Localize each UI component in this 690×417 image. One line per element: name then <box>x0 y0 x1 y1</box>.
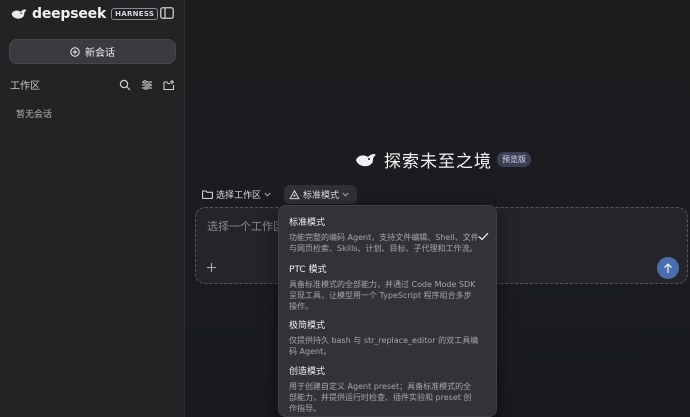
mode-select-button[interactable]: 标准模式 <box>284 185 358 204</box>
sliders-icon[interactable] <box>141 76 153 90</box>
brand-name: deepseek <box>32 6 107 22</box>
new-chat-button[interactable]: 新会话 <box>9 39 176 64</box>
plus-circle-icon <box>70 46 80 57</box>
chevron-down-icon <box>264 192 271 197</box>
arrow-up-icon <box>664 262 672 273</box>
mode-option-desc: 用于创建自定义 Agent preset；具备标准模式的全部能力，并提供运行时检… <box>289 382 472 413</box>
hero-title: 探索未至之境 <box>384 152 492 172</box>
mode-option-title: 创造模式 <box>289 367 326 377</box>
preview-badge: 预览版 <box>497 152 531 167</box>
brand-badge: HARNESS <box>111 8 159 20</box>
empty-sessions-text: 暂无会话 <box>16 110 53 120</box>
new-chat-label: 新会话 <box>85 48 115 59</box>
mode-option-ptc[interactable]: PTC 模式 具备标准模式的全部能力，并通过 Code Mode SDK 呈现工… <box>279 262 498 312</box>
send-button[interactable] <box>657 257 679 279</box>
mode-option-title: 标准模式 <box>289 218 326 228</box>
workspace-label: 工作区 <box>10 81 40 92</box>
whale-logo-icon <box>11 9 27 19</box>
whale-logo-icon <box>356 153 376 166</box>
search-icon[interactable] <box>119 76 131 91</box>
brand: deepseek HARNESS <box>10 4 159 24</box>
chevron-down-icon <box>342 192 349 197</box>
mode-option-creative[interactable]: 创造模式 用于创建自定义 Agent preset；具备标准模式的全部能力，并提… <box>279 364 498 414</box>
recycle-icon <box>289 189 300 199</box>
mode-option-title: PTC 模式 <box>289 265 327 275</box>
workspace-actions <box>119 76 175 91</box>
mode-option-desc: 功能完整的编码 Agent，支持文件编辑、Shell、文件与网页检索、Skill… <box>289 233 479 253</box>
mode-dropdown: 标准模式 功能完整的编码 Agent，支持文件编辑、Shell、文件与网页检索、… <box>278 205 497 417</box>
mode-option-title: 极简模式 <box>289 321 326 331</box>
mode-label: 标准模式 <box>303 191 340 201</box>
mode-option-standard[interactable]: 标准模式 功能完整的编码 Agent，支持文件编辑、Shell、文件与网页检索、… <box>279 215 498 254</box>
hero: 探索未至之境 预览版 <box>354 147 531 172</box>
sidebar: deepseek HARNESS 新会话 工作区 暂无会话 <box>0 0 185 417</box>
composer-input[interactable]: 选择一个工作区 <box>207 218 284 234</box>
mode-option-desc: 具备标准模式的全部能力，并通过 Code Mode SDK 呈现工具，让模型用一… <box>289 280 476 311</box>
select-workspace-label: 选择工作区 <box>216 191 262 201</box>
select-workspace-button[interactable]: 选择工作区 <box>202 188 274 201</box>
check-icon <box>478 232 489 241</box>
composer-toolbar: 选择工作区 标准模式 <box>202 185 358 204</box>
new-folder-icon[interactable] <box>163 76 175 91</box>
mode-option-minimal[interactable]: 极简模式 仅提供持久 bash 与 str_replace_editor 的双工… <box>279 318 498 357</box>
folder-icon <box>202 190 213 199</box>
plus-icon[interactable] <box>206 262 217 273</box>
sidebar-toggle-icon[interactable] <box>160 7 174 19</box>
mode-option-desc: 仅提供持久 bash 与 str_replace_editor 的双工具编码 A… <box>289 336 479 356</box>
